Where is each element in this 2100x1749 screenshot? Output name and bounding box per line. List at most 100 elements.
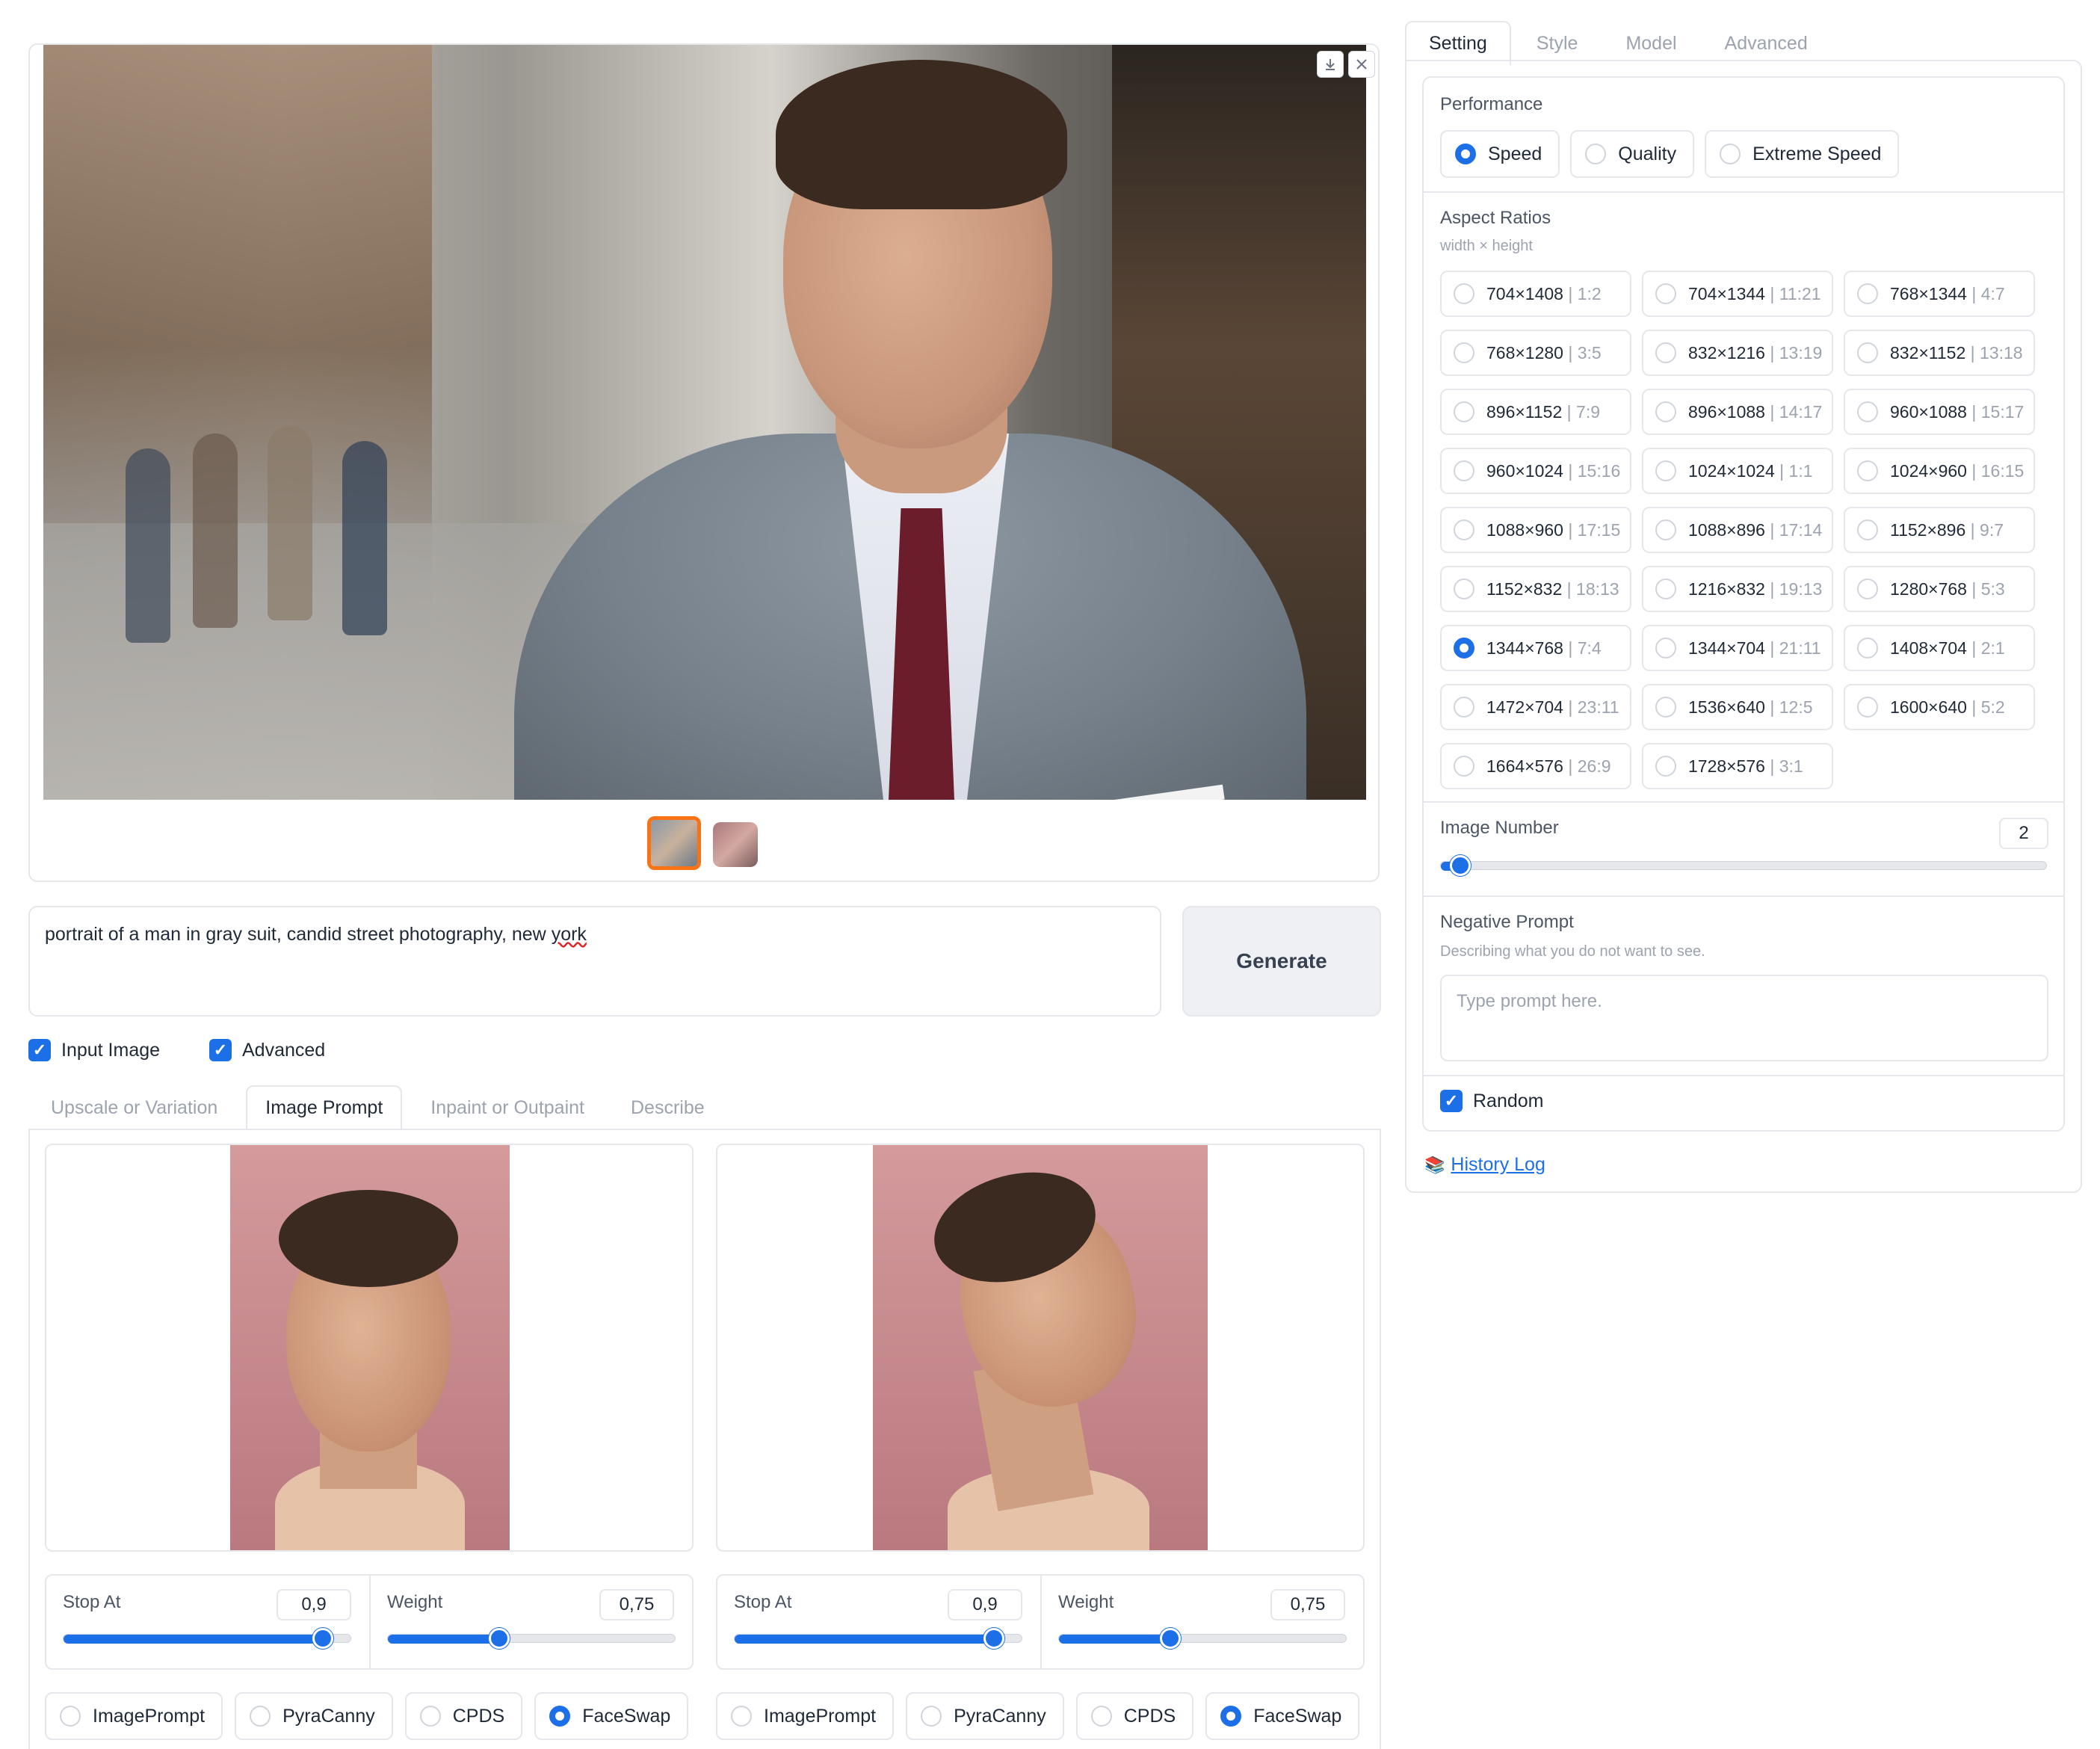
radio[interactable]: [1655, 401, 1676, 422]
radio[interactable]: [1585, 144, 1607, 164]
radio[interactable]: [1857, 579, 1878, 599]
aspect-ratio-option[interactable]: 1216×832 | 19:13: [1642, 566, 1833, 612]
radio[interactable]: [1454, 579, 1474, 599]
aspect-ratio-option[interactable]: 1344×768 | 7:4: [1440, 625, 1631, 671]
input-image-option[interactable]: ✓ Input Image: [28, 1039, 160, 1061]
thumbnail-1[interactable]: [647, 816, 701, 870]
type-imageprompt[interactable]: ImagePrompt: [45, 1692, 223, 1740]
radio[interactable]: [1454, 697, 1474, 718]
input-image-checkbox[interactable]: ✓: [28, 1039, 51, 1061]
radio[interactable]: [1857, 283, 1878, 304]
type-imageprompt[interactable]: ImagePrompt: [716, 1692, 895, 1740]
slider-thumb[interactable]: [1159, 1628, 1181, 1649]
aspect-ratio-option[interactable]: 832×1152 | 13:18: [1844, 330, 2035, 376]
aspect-ratio-option[interactable]: 704×1344 | 11:21: [1642, 271, 1833, 317]
radio[interactable]: [1454, 756, 1474, 777]
type-cpds[interactable]: CPDS: [404, 1692, 523, 1740]
radio[interactable]: [1857, 401, 1878, 422]
aspect-ratio-option[interactable]: 1408×704 | 2:1: [1844, 625, 2035, 671]
history-log[interactable]: 📚 History Log: [1424, 1154, 1545, 1176]
type-faceswap[interactable]: FaceSwap: [1205, 1692, 1360, 1740]
radio[interactable]: [60, 1706, 81, 1727]
weight-slider[interactable]: [387, 1628, 676, 1649]
random-option[interactable]: ✓ Random: [1440, 1090, 1544, 1112]
history-log-link[interactable]: History Log: [1451, 1154, 1545, 1176]
aspect-ratio-option[interactable]: 832×1216 | 13:19: [1642, 330, 1833, 376]
radio-selected[interactable]: [1455, 144, 1476, 164]
tab-advanced[interactable]: Advanced: [1702, 21, 1830, 66]
weight-slider[interactable]: [1058, 1628, 1347, 1649]
tab-setting[interactable]: Setting: [1405, 21, 1511, 66]
tab-inpaint-or-outpaint[interactable]: Inpaint or Outpaint: [413, 1085, 602, 1130]
type-pyracanny[interactable]: PyraCanny: [906, 1692, 1064, 1740]
radio-selected[interactable]: [1454, 638, 1474, 658]
thumbnail-2[interactable]: [713, 822, 758, 867]
radio[interactable]: [1655, 697, 1676, 718]
slider-thumb[interactable]: [1449, 855, 1471, 876]
image-prompt-1-upload[interactable]: [45, 1144, 694, 1552]
aspect-ratio-option[interactable]: 1472×704 | 23:11: [1440, 684, 1631, 730]
radio-selected[interactable]: [1220, 1706, 1242, 1727]
image-prompt-2-upload[interactable]: [716, 1144, 1365, 1552]
slider-thumb[interactable]: [983, 1628, 1005, 1649]
aspect-ratio-option[interactable]: 1152×896 | 9:7: [1844, 507, 2035, 553]
image-number-value[interactable]: 2: [1999, 818, 2048, 849]
radio[interactable]: [1857, 697, 1878, 718]
tab-upscale-or-variation[interactable]: Upscale or Variation: [33, 1085, 235, 1130]
radio[interactable]: [250, 1706, 271, 1727]
aspect-ratio-option[interactable]: 1280×768 | 5:3: [1844, 566, 2035, 612]
radio[interactable]: [1720, 144, 1741, 164]
stop-at-slider[interactable]: [63, 1628, 351, 1649]
tab-model[interactable]: Model: [1603, 21, 1699, 66]
radio[interactable]: [1090, 1706, 1112, 1727]
radio[interactable]: [731, 1706, 752, 1727]
stop-at-value[interactable]: 0,9: [277, 1589, 351, 1620]
aspect-ratio-option[interactable]: 896×1088 | 14:17: [1642, 389, 1833, 435]
prompt-input[interactable]: portrait of a man in gray suit, candid s…: [28, 906, 1161, 1017]
aspect-ratio-option[interactable]: 1536×640 | 12:5: [1642, 684, 1833, 730]
slider-thumb[interactable]: [488, 1628, 510, 1649]
aspect-ratio-option[interactable]: 1664×576 | 26:9: [1440, 743, 1631, 789]
radio[interactable]: [1454, 283, 1474, 304]
radio[interactable]: [1655, 283, 1676, 304]
aspect-ratio-option[interactable]: 1344×704 | 21:11: [1642, 625, 1833, 671]
radio[interactable]: [1857, 342, 1878, 363]
aspect-ratio-option[interactable]: 1152×832 | 18:13: [1440, 566, 1631, 612]
type-pyracanny[interactable]: PyraCanny: [235, 1692, 393, 1740]
aspect-ratio-option[interactable]: 704×1408 | 1:2: [1440, 271, 1631, 317]
radio[interactable]: [419, 1706, 441, 1727]
radio[interactable]: [1857, 519, 1878, 540]
generate-button[interactable]: Generate: [1182, 906, 1381, 1017]
radio[interactable]: [1454, 401, 1474, 422]
aspect-ratio-option[interactable]: 1728×576 | 3:1: [1642, 743, 1833, 789]
performance-speed[interactable]: Speed: [1440, 130, 1560, 178]
stop-at-value[interactable]: 0,9: [948, 1589, 1022, 1620]
aspect-ratio-option[interactable]: 896×1152 | 7:9: [1440, 389, 1631, 435]
aspect-ratio-option[interactable]: 1600×640 | 5:2: [1844, 684, 2035, 730]
random-checkbox[interactable]: ✓: [1440, 1090, 1463, 1112]
performance-extreme-speed[interactable]: Extreme Speed: [1705, 130, 1900, 178]
advanced-option[interactable]: ✓ Advanced: [209, 1039, 325, 1061]
tab-describe[interactable]: Describe: [613, 1085, 723, 1130]
tab-style[interactable]: Style: [1514, 21, 1601, 66]
radio[interactable]: [1655, 638, 1676, 658]
radio[interactable]: [1857, 460, 1878, 481]
aspect-ratio-option[interactable]: 768×1344 | 4:7: [1844, 271, 2035, 317]
type-faceswap[interactable]: FaceSwap: [534, 1692, 689, 1740]
weight-value[interactable]: 0,75: [1270, 1589, 1345, 1620]
close-icon[interactable]: [1348, 51, 1375, 78]
radio[interactable]: [1454, 519, 1474, 540]
image-number-slider[interactable]: [1440, 855, 2047, 876]
radio[interactable]: [1655, 342, 1676, 363]
radio[interactable]: [1655, 519, 1676, 540]
advanced-checkbox[interactable]: ✓: [209, 1039, 232, 1061]
aspect-ratio-option[interactable]: 1024×960 | 16:15: [1844, 448, 2035, 494]
aspect-ratio-option[interactable]: 960×1088 | 15:17: [1844, 389, 2035, 435]
stop-at-slider[interactable]: [734, 1628, 1022, 1649]
radio-selected[interactable]: [549, 1706, 571, 1727]
generated-image[interactable]: [43, 45, 1366, 800]
aspect-ratio-option[interactable]: 1088×896 | 17:14: [1642, 507, 1833, 553]
aspect-ratio-option[interactable]: 1024×1024 | 1:1: [1642, 448, 1833, 494]
radio[interactable]: [1655, 460, 1676, 481]
radio[interactable]: [1655, 579, 1676, 599]
